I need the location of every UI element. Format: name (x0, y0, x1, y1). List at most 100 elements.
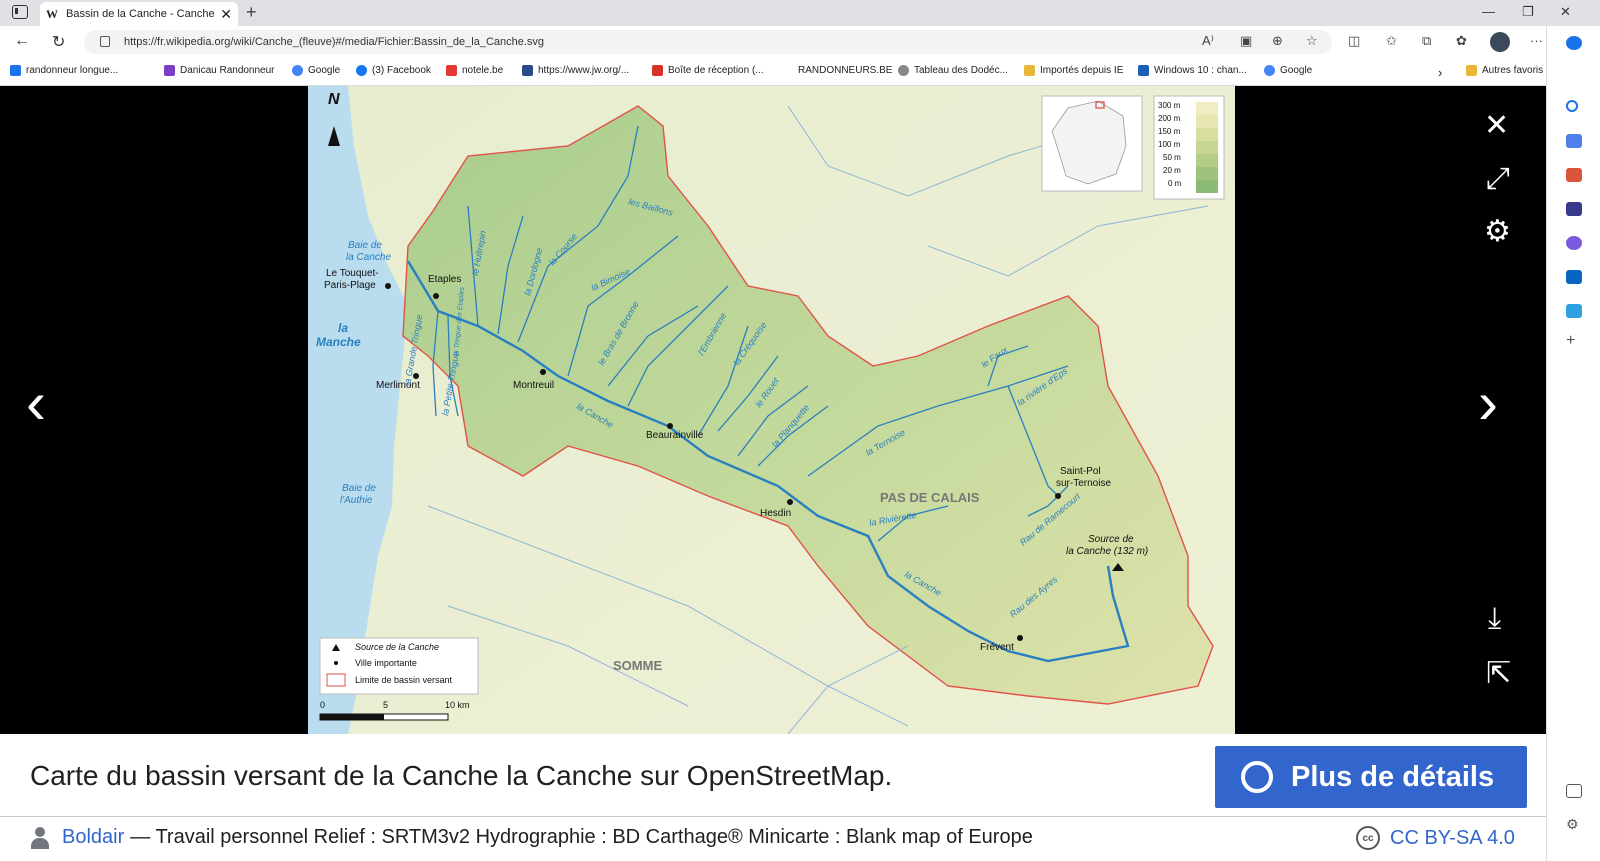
bookmark-item[interactable]: Boîte de réception (... (652, 65, 764, 76)
bookmark-item[interactable]: randonneur longue... (10, 65, 118, 76)
media-viewer: N Baie de la Canche Le Touquet-Paris-Plag… (0, 86, 1546, 734)
close-window-icon[interactable]: ✕ (1560, 4, 1571, 20)
sidebar-toggle-icon[interactable] (1566, 784, 1582, 798)
bookmark-icon (898, 65, 909, 76)
somme-label: SOMME (613, 658, 662, 673)
svg-text:300 m: 300 m (1158, 101, 1181, 110)
share-icon[interactable]: ⇱ (1486, 656, 1511, 691)
svg-text:10 km: 10 km (445, 700, 470, 710)
inset-map (1041, 95, 1143, 192)
folder-icon (1024, 65, 1035, 76)
read-aloud-icon[interactable]: A⁾ (1202, 33, 1214, 49)
facebook-icon (356, 65, 367, 76)
settings-gear-icon[interactable]: ⚙ (1566, 816, 1582, 832)
bookmark-item[interactable]: (3) Facebook (356, 65, 431, 76)
notele-icon (446, 65, 457, 76)
author-link[interactable]: Boldair (62, 826, 124, 849)
tab-close-icon[interactable]: ✕ (220, 6, 232, 23)
beaurainville-label: Beaurainville (646, 430, 704, 441)
google-icon (1264, 65, 1275, 76)
svg-text:100 m: 100 m (1158, 140, 1181, 149)
collections-icon[interactable]: ⧉ (1422, 33, 1431, 49)
city-marker (787, 499, 793, 505)
baie-authie-label: Baie de l'Authie (340, 483, 376, 506)
svg-text:Source de la Canche: Source de la Canche (355, 642, 439, 652)
tab-title: Bassin de la Canche - Canche (fle (66, 8, 217, 20)
bookmark-item[interactable]: Google (292, 65, 340, 76)
pas-de-calais-label: PAS DE CALAIS (880, 490, 980, 505)
reload-button[interactable]: ↻ (52, 32, 65, 52)
favorites-icon[interactable]: ✩ (1386, 33, 1397, 49)
restore-icon[interactable]: ❐ (1522, 4, 1534, 20)
new-tab-button[interactable]: + (246, 2, 257, 23)
url-text: https://fr.wikipedia.org/wiki/Canche_(fl… (124, 36, 545, 48)
svg-text:5: 5 (383, 700, 388, 710)
back-button[interactable]: ← (14, 32, 30, 50)
jw-icon (522, 65, 533, 76)
city-marker (385, 283, 391, 289)
svg-text:150 m: 150 m (1158, 127, 1181, 136)
more-menu-icon[interactable]: ··· (1530, 33, 1543, 48)
other-favorites-folder[interactable]: Autres favoris (1466, 65, 1543, 76)
edge-sidebar: + ⚙ (1546, 26, 1600, 861)
tab-actions-icon[interactable] (12, 5, 28, 19)
attribution-text: — Travail personnel Relief : SRTM3v2 Hyd… (130, 826, 1033, 848)
zoom-icon[interactable]: ⊕ (1272, 33, 1283, 49)
elevation-legend: 300 m 200 m 150 m 100 m 50 m 20 m 0 m (1153, 95, 1225, 200)
tools-icon[interactable] (1566, 168, 1582, 182)
fullscreen-icon[interactable]: ⤢ (1486, 162, 1510, 196)
gmail-icon (652, 65, 663, 76)
svg-text:Limite de bassin versant: Limite de bassin versant (355, 675, 453, 685)
wikipedia-favicon: W (46, 6, 58, 21)
previous-image-button[interactable]: ‹ (26, 368, 46, 437)
svg-text:200 m: 200 m (1158, 114, 1181, 123)
commons-icon (1241, 761, 1273, 793)
search-icon[interactable] (1566, 100, 1578, 112)
bookmark-item[interactable]: Danicau Randonneur (164, 65, 275, 76)
immersive-reader-icon[interactable]: ▣ (1240, 33, 1252, 49)
bookmarks-bar: randonneur longue... Danicau Randonneur … (0, 58, 1600, 86)
chevron-right-icon[interactable]: › (1438, 65, 1442, 80)
attribution: Boldair — Travail personnel Relief : SRT… (30, 826, 1033, 849)
map-legend: Source de la Canche Ville importante Lim… (319, 637, 479, 695)
download-icon[interactable]: ⤓ (1488, 602, 1501, 636)
drop-icon[interactable] (1566, 304, 1582, 318)
bookmark-item[interactable]: Google (1264, 65, 1312, 76)
city-marker (667, 423, 673, 429)
merlimont-label: Merlimont (376, 380, 420, 391)
tab-active[interactable]: W Bassin de la Canche - Canche (fle ✕ (40, 2, 238, 26)
minimize-icon[interactable]: — (1482, 4, 1495, 19)
outlook-icon[interactable] (1566, 270, 1582, 284)
extension-icon[interactable]: ✿ (1456, 33, 1467, 49)
bookmark-item[interactable]: Tableau des Dodéc... (898, 65, 1008, 76)
svg-text:20 m: 20 m (1163, 166, 1181, 175)
copilot-icon[interactable] (1566, 36, 1582, 50)
split-screen-icon[interactable]: ◫ (1348, 33, 1360, 49)
more-details-button[interactable]: Plus de détails (1215, 746, 1527, 808)
games-icon[interactable] (1566, 202, 1582, 216)
bookmark-item[interactable]: RANDONNEURS.BE (782, 65, 892, 76)
add-icon[interactable]: + (1566, 332, 1582, 349)
caption-panel: Carte du bassin versant de la Canche la … (0, 734, 1546, 861)
next-image-button[interactable]: › (1478, 368, 1498, 437)
close-viewer-icon[interactable]: ✕ (1484, 108, 1509, 143)
gear-icon[interactable]: ⚙ (1484, 214, 1511, 249)
bookmark-item[interactable]: notele.be (446, 65, 503, 76)
license-link[interactable]: cc CC BY-SA 4.0 (1356, 826, 1515, 850)
microsoft365-icon[interactable] (1566, 236, 1582, 250)
svg-text:0: 0 (320, 700, 325, 710)
address-toolbar: ← ↻ https://fr.wikipedia.org/wiki/Canche… (0, 26, 1600, 58)
north-label: N (328, 91, 340, 108)
bookmark-item[interactable]: Windows 10 : chan... (1138, 65, 1247, 76)
favorite-star-icon[interactable]: ☆ (1306, 33, 1318, 49)
lock-icon (100, 36, 110, 47)
shopping-icon[interactable] (1566, 134, 1582, 148)
user-icon (30, 826, 50, 849)
google-icon (292, 65, 303, 76)
bookmark-item[interactable]: https://www.jw.org/... (522, 65, 629, 76)
canche-basin-map: N Baie de la Canche Le Touquet-Paris-Plag… (308, 86, 1235, 734)
url-bar[interactable]: https://fr.wikipedia.org/wiki/Canche_(fl… (84, 30, 1332, 54)
bookmark-folder[interactable]: Importés depuis IE (1024, 65, 1123, 76)
city-marker (1017, 635, 1023, 641)
profile-avatar[interactable] (1490, 32, 1510, 52)
